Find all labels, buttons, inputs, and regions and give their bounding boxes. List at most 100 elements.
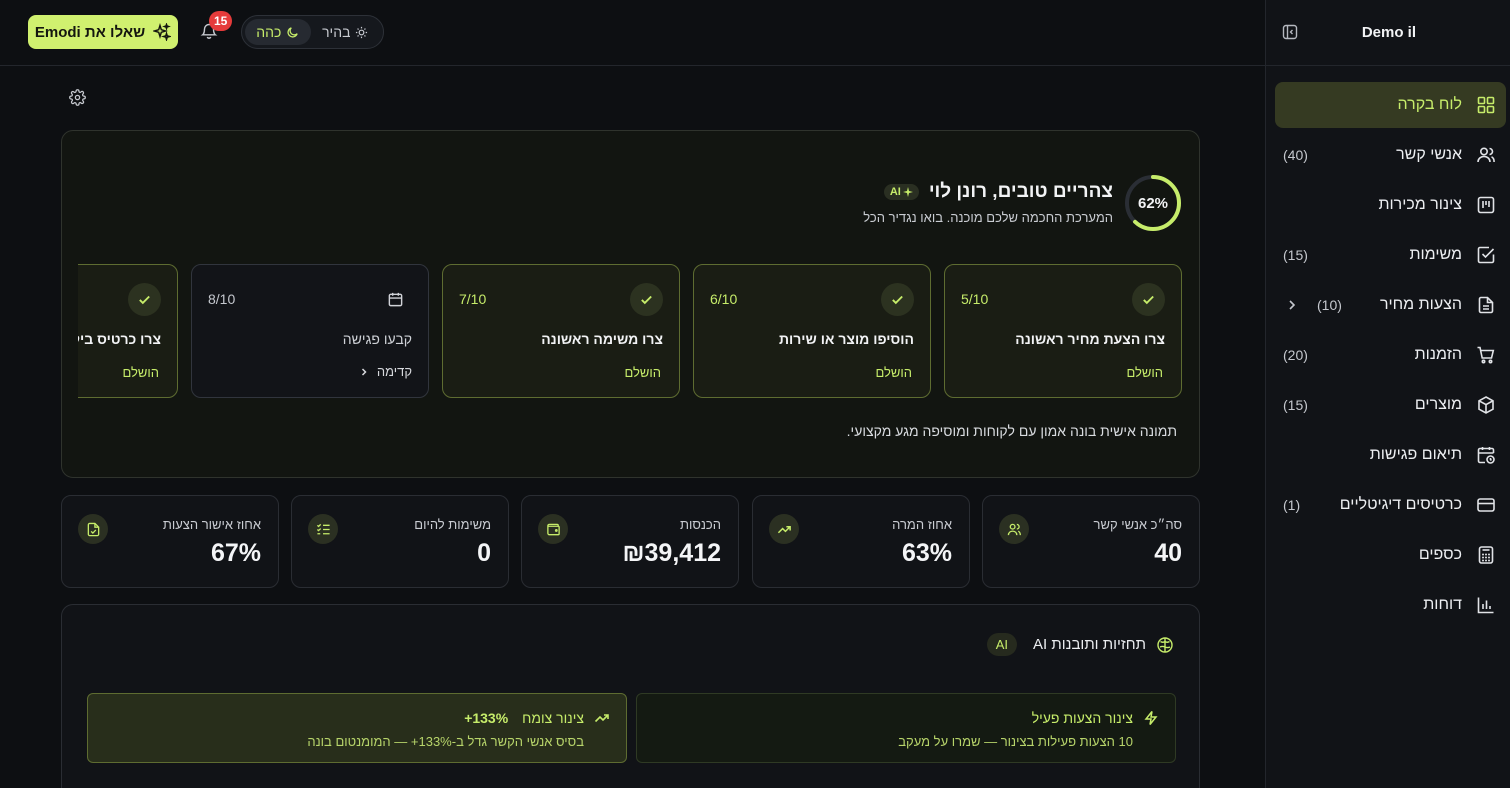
greeting-title: צהריים טובים, רונן לוי AI: [883, 181, 1113, 203]
sidebar-item-label: כרטיסים דיגיטליים: [1339, 496, 1462, 513]
sidebar-item-label: לוח בקרה: [1397, 96, 1462, 113]
onboarding-step[interactable]: 7/10 צרו משימה ראשונה הושלם: [442, 264, 680, 398]
sidebar-item-orders[interactable]: הזמנות (20): [1275, 332, 1506, 378]
greeting-subtitle: המערכת החכמה שלכם מוכנה. בואו נגדיר הכל: [863, 210, 1113, 225]
calendar-icon: [379, 283, 412, 316]
sidebar-collapse-icon[interactable]: [1282, 24, 1298, 40]
stat-value: ₪39,412: [622, 539, 721, 567]
ask-emodi-button[interactable]: שאלו את Emodi: [28, 15, 178, 49]
theme-toggle[interactable]: כהה בהיר: [241, 15, 384, 49]
onboarding-steps: 5/10 צרו הצעת מחיר ראשונה הושלם 6/10 הוס…: [78, 264, 1182, 400]
sidebar-item-label: אנשי קשר: [1396, 146, 1462, 163]
stat-card-revenue[interactable]: הכנסות ₪39,412: [521, 495, 739, 588]
users-icon: [1476, 145, 1496, 165]
sidebar-item-contacts[interactable]: אנשי קשר (40): [1275, 132, 1506, 178]
sidebar-item-count: (1): [1283, 497, 1301, 513]
onboarding-step[interactable]: 8/10 קבעו פגישה קדימה: [191, 264, 429, 398]
ai-insights-header: תחזיות ותובנות AI AI: [986, 633, 1174, 656]
file-check-icon: [78, 514, 108, 544]
ai-chip: AI: [883, 184, 919, 200]
check-icon: [128, 283, 161, 316]
step-status: הושלם: [1126, 365, 1163, 380]
step-go-link[interactable]: קדימה: [359, 364, 412, 379]
stat-card-conversion[interactable]: אחוז המרה 63%: [752, 495, 970, 588]
stat-value: 0: [477, 539, 491, 567]
checkbox-icon: [1476, 245, 1496, 265]
onboarding-progress-ring: 62%: [1123, 173, 1183, 233]
chevron-left-icon[interactable]: [1285, 298, 1299, 312]
insight-title-text: צינור הצעות פעיל: [1031, 710, 1133, 726]
bar-chart-icon: [1476, 595, 1496, 615]
chevron-left-icon: [359, 367, 369, 377]
brain-icon: [1156, 636, 1174, 654]
sidebar-item-dashboard[interactable]: לוח בקרה: [1275, 82, 1506, 128]
onboarding-progress-value: 62%: [1137, 194, 1169, 212]
sidebar-item-label: מוצרים: [1414, 396, 1462, 413]
onboarding-step[interactable]: צרו כרטיס ביקור הושלם: [78, 264, 178, 398]
stat-label: אחוז המרה: [892, 517, 952, 532]
sidebar-item-pipeline[interactable]: צינור מכירות: [1275, 182, 1506, 228]
step-title: צרו משימה ראשונה: [541, 331, 663, 347]
stat-label: סה״כ אנשי קשר: [1093, 517, 1182, 532]
brand-name: Demo il: [1361, 24, 1416, 41]
onboarding-step[interactable]: 6/10 הוסיפו מוצר או שירות הושלם: [693, 264, 931, 398]
insight-title: צינור צומח +133%: [464, 710, 610, 726]
step-status: הושלם: [624, 365, 661, 380]
theme-dark-option[interactable]: כהה: [245, 19, 311, 45]
sidebar-item-tasks[interactable]: משימות (15): [1275, 232, 1506, 278]
step-fraction: 6/10: [710, 291, 738, 307]
stat-card-quote-approval[interactable]: אחוז אישור הצעות 67%: [61, 495, 279, 588]
onboarding-step[interactable]: 5/10 צרו הצעת מחיר ראשונה הושלם: [944, 264, 1182, 398]
sidebar-item-products[interactable]: מוצרים (15): [1275, 382, 1506, 428]
theme-light-label: בהיר: [322, 24, 351, 40]
insight-card-growing-pipeline[interactable]: צינור צומח +133% בסיס אנשי הקשר גדל ב-13…: [87, 693, 627, 763]
insight-card-active-pipeline[interactable]: צינור הצעות פעיל 10 הצעות פעילות בצינור …: [636, 693, 1176, 763]
sidebar-item-count: (15): [1283, 247, 1308, 263]
step-title: צרו כרטיס ביקור: [78, 331, 161, 347]
insight-title: צינור הצעות פעיל: [1032, 710, 1159, 726]
sidebar-item-label: הזמנות: [1414, 346, 1462, 363]
step-fraction: 7/10: [459, 291, 487, 307]
onboarding-card: 62% צהריים טובים, רונן לוי AI המערכת החכ…: [61, 130, 1200, 478]
credit-card-icon: [1476, 495, 1496, 515]
trending-up-icon: [769, 514, 799, 544]
document-icon: [1476, 295, 1496, 315]
step-status: הושלם: [122, 365, 159, 380]
kanban-icon: [1476, 195, 1496, 215]
check-icon: [1132, 283, 1165, 316]
sparkle-icon: [902, 187, 913, 197]
sidebar-item-meetings[interactable]: תיאום פגישות: [1275, 432, 1506, 478]
sidebar-item-label: הצעות מחיר: [1379, 296, 1462, 313]
sidebar-item-label: דוחות: [1423, 596, 1462, 613]
sidebar-item-label: תיאום פגישות: [1369, 446, 1462, 463]
step-title: הוסיפו מוצר או שירות: [778, 331, 914, 347]
insight-extra: +133%: [464, 710, 509, 726]
ask-emodi-label: שאלו את Emodi: [34, 23, 146, 41]
sidebar-header: Demo il: [1266, 0, 1510, 66]
lightning-icon: [1143, 710, 1159, 726]
sidebar-item-finance[interactable]: כספים: [1275, 532, 1506, 578]
stat-card-tasks-today[interactable]: משימות להיום 0: [291, 495, 509, 588]
sidebar-item-label: צינור מכירות: [1378, 196, 1462, 213]
stat-value: 63%: [901, 539, 952, 567]
sidebar-item-count: (10): [1317, 297, 1342, 313]
step-title: צרו הצעת מחיר ראשונה: [1015, 331, 1165, 347]
insight-subtitle: בסיס אנשי הקשר גדל ב-133%+ — המומנטום בו…: [307, 734, 584, 749]
stat-label: משימות להיום: [414, 517, 491, 532]
ai-chip-label: AI: [889, 186, 901, 198]
sidebar-nav: לוח בקרה אנשי קשר (40) צינור מכירות משימ…: [1266, 66, 1510, 628]
cart-icon: [1476, 345, 1496, 365]
moon-icon: [286, 26, 299, 39]
calendar-clock-icon: [1476, 445, 1496, 465]
sidebar-item-digital-cards[interactable]: כרטיסים דיגיטליים (1): [1275, 482, 1506, 528]
sidebar-item-reports[interactable]: דוחות: [1275, 582, 1506, 628]
ai-insights-title: תחזיות ותובנות AI: [1033, 636, 1146, 653]
sidebar-item-quotes[interactable]: הצעות מחיר (10): [1275, 282, 1506, 328]
stat-label: הכנסות: [679, 517, 721, 532]
dashboard-icon: [1476, 95, 1496, 115]
check-icon: [881, 283, 914, 316]
stat-card-contacts[interactable]: סה״כ אנשי קשר 40: [982, 495, 1200, 588]
calculator-icon: [1476, 545, 1496, 565]
theme-light-option[interactable]: בהיר: [311, 19, 380, 45]
gear-icon[interactable]: [69, 89, 86, 106]
